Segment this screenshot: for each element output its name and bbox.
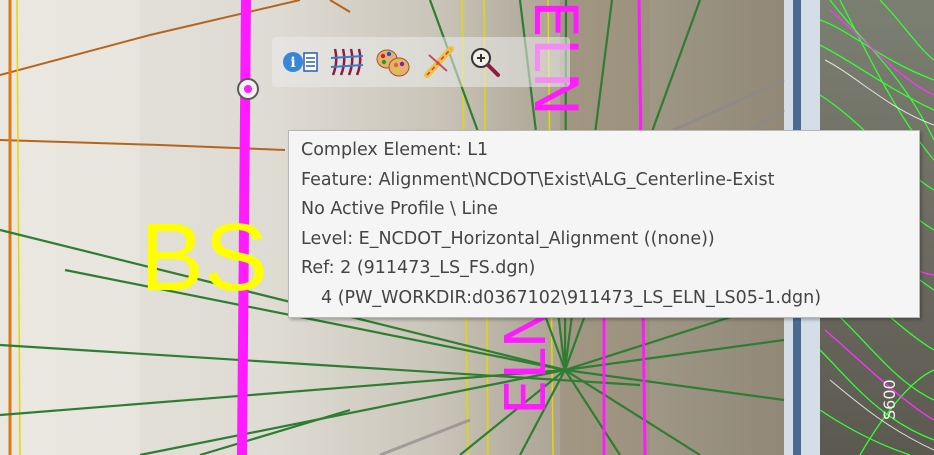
- element-info-tooltip: Complex Element: L1 Feature: Alignment\N…: [288, 130, 920, 318]
- element-info-icon: i: [283, 52, 318, 72]
- cad-view-window[interactable]: S600 BS ELN i Complex Element: L1 Featur…: [0, 0, 934, 455]
- properties-icon: [330, 48, 364, 76]
- element-info-button[interactable]: i: [280, 41, 322, 83]
- color-button[interactable]: [372, 41, 414, 83]
- color-palette-icon: [376, 49, 410, 77]
- tooltip-level-line: Level: E_NCDOT_Horizontal_Alignment ((no…: [301, 228, 715, 249]
- tooltip-profile-line: No Active Profile \ Line: [301, 199, 498, 219]
- contour-label: S600: [880, 379, 899, 420]
- properties-button[interactable]: [326, 41, 368, 83]
- alignment-snap-point-inner: [244, 85, 252, 93]
- svg-text:i: i: [290, 55, 295, 71]
- tooltip-element-line: Complex Element: L1: [301, 140, 489, 160]
- civil-tools-button[interactable]: [418, 41, 460, 83]
- zoom-icon: [471, 48, 500, 77]
- heads-up-toolbar: i: [272, 37, 570, 87]
- tooltip-ref-line-2: 4 (PW_WORKDIR:d0367102\911473_LS_ELN_LS0…: [321, 287, 822, 308]
- civil-tools-icon: [424, 46, 454, 78]
- bs-text-label: BS: [140, 204, 268, 311]
- tooltip-feature-line: Feature: Alignment\NCDOT\Exist\ALG_Cente…: [301, 169, 775, 190]
- tooltip-ref-line: Ref: 2 (911473_LS_FS.dgn): [301, 258, 536, 278]
- vertical-alignment-text: ELN: [494, 307, 559, 415]
- aerial-light-band: [0, 0, 140, 455]
- zoom-button[interactable]: [464, 41, 506, 83]
